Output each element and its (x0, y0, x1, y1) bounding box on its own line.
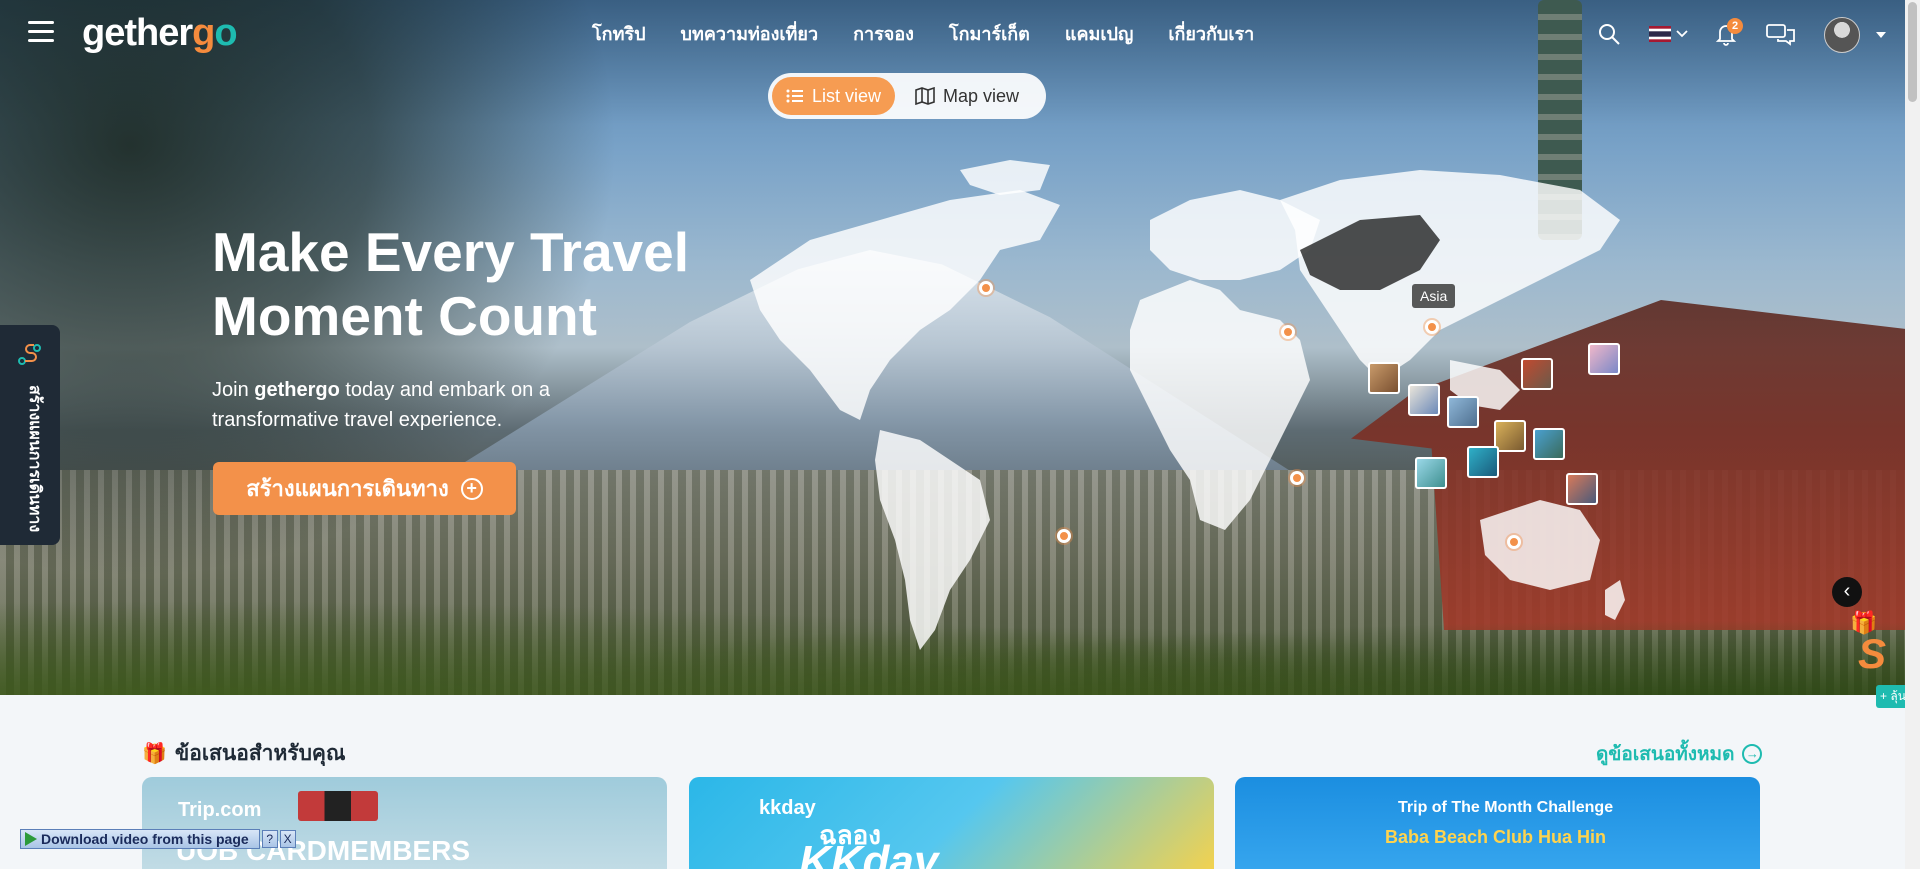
main-nav: โกทริป บทความท่องเที่ยว การจอง โกมาร์เก็… (592, 19, 1254, 48)
nav-item-campaign[interactable]: แคมเปญ (1065, 19, 1133, 48)
side-create-trip-tab[interactable]: สร้างแผนการเดินทาง (0, 325, 60, 545)
offer-card[interactable]: Trip.com UOB CARDMEMBERS (142, 777, 667, 869)
logo[interactable]: gethergo (82, 12, 238, 55)
map-pin-africa[interactable] (1290, 471, 1304, 485)
view-toggle: List view Map view (768, 73, 1046, 119)
offer-card-text: Baba Beach Club Hua Hin (1385, 827, 1607, 847)
map-pin-asia[interactable] (1425, 320, 1439, 334)
destination-thumbnail[interactable] (1588, 343, 1620, 375)
close-icon[interactable]: X (279, 830, 296, 848)
route-icon (18, 344, 41, 365)
search-icon[interactable] (1597, 22, 1621, 46)
arrow-right-icon: → (1742, 744, 1763, 764)
carousel-prev-button[interactable]: ‹ (1832, 577, 1862, 607)
floating-promo[interactable]: 🎁 S + ลุ้น (1850, 610, 1910, 708)
destination-thumbnail[interactable] (1521, 358, 1553, 390)
help-icon[interactable]: ? (261, 830, 278, 848)
nav-item-gomarket[interactable]: โกมาร์เก็ต (949, 19, 1030, 48)
download-video-label: Download video from this page (41, 831, 249, 847)
thai-flag-icon[interactable] (1649, 26, 1671, 42)
gift-icon: 🎁 (142, 743, 167, 765)
credit-card-graphic (298, 791, 378, 821)
offer-card[interactable]: Trip of The Month Challenge Baba Beach C… (1235, 777, 1760, 869)
map-view-button[interactable]: Map view (901, 77, 1033, 115)
destination-thumbnail[interactable] (1533, 428, 1565, 460)
create-trip-label: สร้างแผนการเดินทาง (246, 476, 449, 501)
destination-thumbnail[interactable] (1408, 384, 1440, 416)
plus-circle-icon: + (460, 477, 483, 500)
nav-item-articles[interactable]: บทความท่องเที่ยว (681, 19, 819, 48)
offer-card-brand: kkday (759, 797, 816, 819)
menu-icon[interactable] (28, 21, 54, 43)
list-icon (786, 89, 803, 103)
avatar[interactable] (1824, 17, 1860, 53)
download-video-bar: Download video from this page ? X (20, 828, 296, 850)
list-view-button[interactable]: List view (772, 77, 896, 115)
side-tab-label: สร้างแผนการเดินทาง (26, 385, 43, 533)
map-icon (915, 87, 935, 105)
nav-item-about[interactable]: เกี่ยวกับเรา (1168, 19, 1254, 48)
nav-item-booking[interactable]: การจอง (853, 19, 914, 48)
play-icon (25, 832, 37, 846)
scrollbar[interactable] (1905, 0, 1920, 869)
hero-title: Make Every Travel Moment Count (212, 221, 690, 347)
destination-thumbnail[interactable] (1368, 362, 1400, 394)
map-view-label: Map view (943, 85, 1020, 106)
offer-card[interactable]: kkday ฉลอง KKday (689, 777, 1214, 869)
download-video-button[interactable]: Download video from this page (20, 829, 260, 849)
offer-card-text: KKday (799, 837, 939, 869)
map-pin-south-america[interactable] (1057, 529, 1071, 543)
destination-thumbnail[interactable] (1415, 457, 1447, 489)
map-tooltip-asia: Asia (1412, 284, 1456, 308)
offers-header: 🎁 ข้อเสนอสำหรับคุณ (142, 737, 345, 770)
notification-badge: 2 (1727, 18, 1743, 34)
destination-thumbnail[interactable] (1447, 396, 1479, 428)
chat-icon[interactable] (1766, 22, 1796, 46)
see-all-offers-link[interactable]: ดูข้อเสนอทั้งหมด → (1596, 739, 1763, 769)
destination-thumbnail[interactable] (1467, 446, 1499, 478)
promo-graphic: S (1858, 630, 1887, 677)
see-all-label: ดูข้อเสนอทั้งหมด (1596, 744, 1735, 765)
hero-subtitle: Join gethergo today and embark on a tran… (212, 379, 550, 431)
create-trip-button[interactable]: สร้างแผนการเดินทาง + (213, 462, 516, 515)
list-view-label: List view (812, 85, 882, 106)
map-pin-oceania[interactable] (1507, 535, 1521, 549)
map-pin-europe[interactable] (1281, 325, 1295, 339)
offer-card-brand: Trip of The Month Challenge (1398, 799, 1614, 816)
world-map[interactable] (720, 160, 1730, 660)
caret-down-icon[interactable] (1876, 32, 1886, 39)
chevron-down-icon[interactable] (1676, 30, 1688, 38)
scrollbar-thumb[interactable] (1908, 2, 1917, 102)
offers-title: ข้อเสนอสำหรับคุณ (174, 742, 346, 765)
top-header: gethergo โกทริป บทความท่องเที่ยว การจอง … (0, 0, 1905, 68)
destination-thumbnail[interactable] (1566, 473, 1598, 505)
offer-card-brand: Trip.com (178, 799, 262, 821)
map-pin-north-america[interactable] (979, 281, 993, 295)
nav-item-gotrip[interactable]: โกทริป (592, 19, 646, 48)
